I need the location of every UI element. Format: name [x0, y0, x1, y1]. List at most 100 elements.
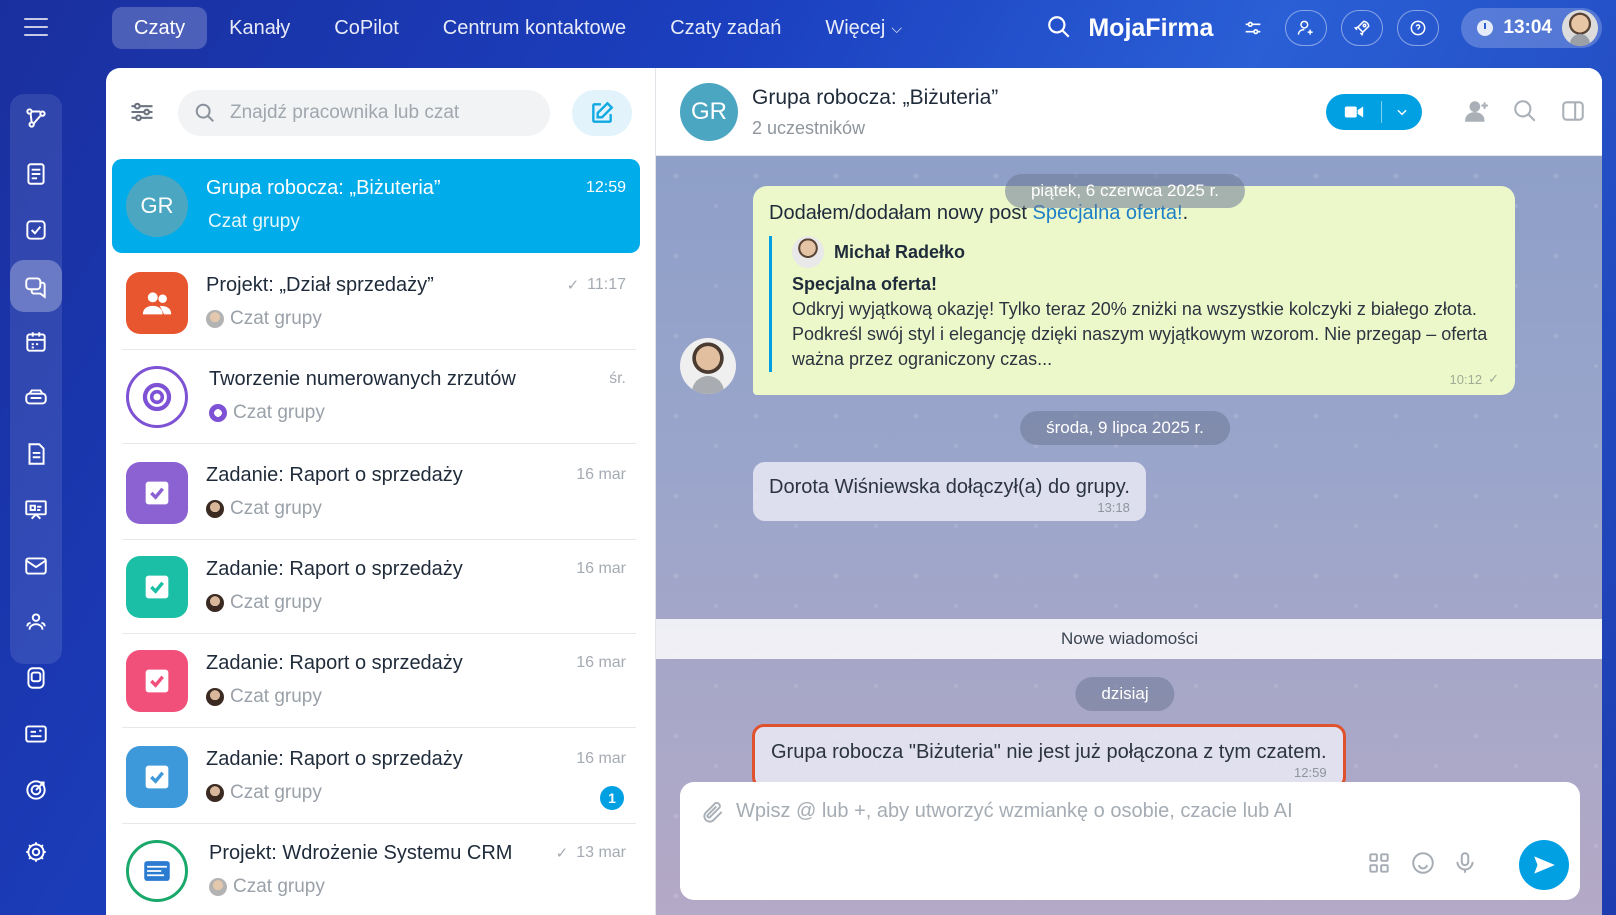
- unread-badge: 1: [600, 786, 624, 810]
- feed-icon[interactable]: [10, 148, 62, 200]
- add-user-icon[interactable]: [1285, 10, 1328, 46]
- menu-icon[interactable]: [24, 18, 48, 36]
- clock-time: 13:04: [1503, 17, 1552, 38]
- search-icon[interactable]: [1046, 14, 1074, 42]
- tab-channels[interactable]: Kanały: [207, 7, 312, 49]
- chat-item-task-2[interactable]: Zadanie: Raport o sprzedaży Czat grupy 1…: [112, 540, 640, 634]
- conversation-avatar[interactable]: GR: [680, 83, 738, 141]
- help-icon[interactable]: [1397, 10, 1440, 46]
- tab-chats[interactable]: Czaty: [112, 7, 208, 49]
- video-call-button[interactable]: [1326, 94, 1422, 130]
- settings-icon[interactable]: [10, 826, 62, 878]
- message-input[interactable]: [736, 800, 1356, 830]
- copilot-icon: [142, 382, 172, 412]
- read-check-icon: ✓: [566, 277, 580, 294]
- camera-icon[interactable]: [1326, 101, 1382, 123]
- message-time: 13:18: [1097, 500, 1130, 515]
- chat-icon[interactable]: [10, 260, 62, 312]
- apps-icon[interactable]: [10, 652, 62, 704]
- tab-more-label: Więcej: [825, 16, 886, 39]
- chat-list-header: [106, 68, 655, 154]
- post-message-bubble[interactable]: Dodałem/dodałam nowy post Specjalna ofer…: [753, 186, 1515, 395]
- chat-time-text: 16 mar: [576, 654, 626, 671]
- chevron-down-icon[interactable]: [1382, 105, 1422, 119]
- chat-item-screenshots[interactable]: Tworzenie numerowanych zrzutów Czat grup…: [112, 350, 640, 444]
- sidebar-toggle-icon[interactable]: [1560, 98, 1588, 126]
- mail-icon[interactable]: [10, 540, 62, 592]
- worktime-clock[interactable]: 13:04: [1461, 8, 1602, 48]
- message-area[interactable]: Dodałem/dodałam nowy post Specjalna ofer…: [656, 156, 1602, 915]
- chat-subtitle: Czat grupy: [209, 402, 325, 424]
- tab-more[interactable]: Więcej ⌵: [803, 7, 924, 49]
- edit-icon: [592, 101, 614, 123]
- rocket-icon[interactable]: [1341, 10, 1384, 46]
- chat-title: Zadanie: Raport o sprzedaży: [206, 748, 463, 770]
- search-box[interactable]: [178, 90, 550, 136]
- chat-item-crm-project[interactable]: Projekt: Wdrożenie Systemu CRM Czat grup…: [112, 824, 640, 915]
- group-avatar: [126, 272, 188, 334]
- read-check-icon: ✓: [1488, 371, 1499, 386]
- author-avatar: [206, 784, 224, 802]
- documents-icon[interactable]: [10, 428, 62, 480]
- add-participant-icon[interactable]: [1464, 98, 1492, 126]
- chat-list-panel: GR Grupa robocza: „Biżuteria” Czat grupy…: [106, 68, 655, 915]
- author-avatar: [206, 310, 224, 328]
- chat-item-task-3[interactable]: Zadanie: Raport o sprzedaży Czat grupy 1…: [112, 634, 640, 728]
- filter-icon[interactable]: [128, 98, 156, 126]
- post-quote[interactable]: Michał Radełko Specjalna oferta! Odkryj …: [769, 236, 1489, 372]
- author-avatar: [206, 594, 224, 612]
- employees-icon[interactable]: [10, 596, 62, 648]
- emoji-icon[interactable]: [1410, 850, 1438, 878]
- crm-icon[interactable]: [10, 372, 62, 424]
- cards-icon[interactable]: [10, 708, 62, 760]
- tab-copilot[interactable]: CoPilot: [312, 7, 420, 49]
- sliders-icon[interactable]: [1235, 10, 1271, 46]
- chat-subtitle-text: Czat grupy: [233, 876, 325, 897]
- goals-icon[interactable]: [10, 764, 62, 816]
- sender-avatar[interactable]: [680, 338, 736, 394]
- tab-task-chats[interactable]: Czaty zadań: [648, 7, 803, 49]
- search-input[interactable]: [230, 102, 530, 124]
- flow-icon[interactable]: [10, 92, 62, 144]
- clock-icon: [1477, 20, 1494, 36]
- chat-subtitle-text: Czat grupy: [208, 211, 300, 232]
- chat-subtitle: Czat grupy: [208, 211, 300, 233]
- microphone-icon[interactable]: [1452, 850, 1480, 878]
- chat-item-jewelry-group[interactable]: GR Grupa robocza: „Biżuteria” Czat grupy…: [112, 159, 640, 253]
- chat-time: 16 mar: [576, 654, 626, 672]
- chat-subtitle-text: Czat grupy: [230, 782, 322, 803]
- user-avatar[interactable]: [1562, 10, 1598, 46]
- conversation-title[interactable]: Grupa robocza: „Biżuteria”: [752, 86, 998, 110]
- participants-count[interactable]: 2 uczestników: [752, 118, 865, 139]
- chevron-down-icon: ⌵: [891, 19, 902, 36]
- paperclip-icon[interactable]: [700, 800, 726, 826]
- chat-item-task-1[interactable]: Zadanie: Raport o sprzedaży Czat grupy 1…: [112, 446, 640, 540]
- chat-subtitle-text: Czat grupy: [230, 498, 322, 519]
- tab-contact-center[interactable]: Centrum kontaktowe: [421, 7, 648, 49]
- quote-title: Specjalna oferta!: [792, 274, 938, 294]
- date-separator: piątek, 6 czerwca 2025 r.: [1004, 174, 1246, 208]
- chat-title: Zadanie: Raport o sprzedaży: [206, 464, 463, 486]
- chat-avatar-gr: GR: [126, 175, 188, 237]
- tasks-icon[interactable]: [10, 204, 62, 256]
- system-message-disconnected[interactable]: Grupa robocza "Biżuteria" nie jest już p…: [752, 724, 1346, 789]
- board-icon[interactable]: [10, 484, 62, 536]
- calendar-icon[interactable]: [10, 316, 62, 368]
- brand-name[interactable]: MojaFirma: [1088, 14, 1213, 43]
- chat-subtitle-text: Czat grupy: [230, 686, 322, 707]
- chat-item-sales-project[interactable]: Projekt: „Dział sprzedaży” Czat grupy ✓ 1…: [112, 256, 640, 350]
- read-check-icon: ✓: [555, 845, 569, 862]
- chat-subtitle-text: Czat grupy: [230, 308, 322, 329]
- new-chat-button[interactable]: [572, 90, 632, 136]
- system-message-joined[interactable]: Dorota Wiśniewska dołączył(a) do grupy. …: [753, 462, 1146, 521]
- chat-item-task-4[interactable]: Zadanie: Raport o sprzedaży Czat grupy 1…: [112, 730, 640, 824]
- chat-time-text: 16 mar: [576, 466, 626, 483]
- message-composer: [680, 782, 1580, 900]
- conversation-header: GR Grupa robocza: „Biżuteria” 2 uczestni…: [656, 68, 1602, 156]
- task-avatar: [126, 746, 188, 808]
- send-button[interactable]: [1519, 840, 1569, 890]
- author-avatar: [209, 404, 227, 422]
- apps-grid-icon[interactable]: [1366, 850, 1394, 878]
- search-icon[interactable]: [1512, 98, 1540, 126]
- chat-time: 12:59: [586, 179, 626, 197]
